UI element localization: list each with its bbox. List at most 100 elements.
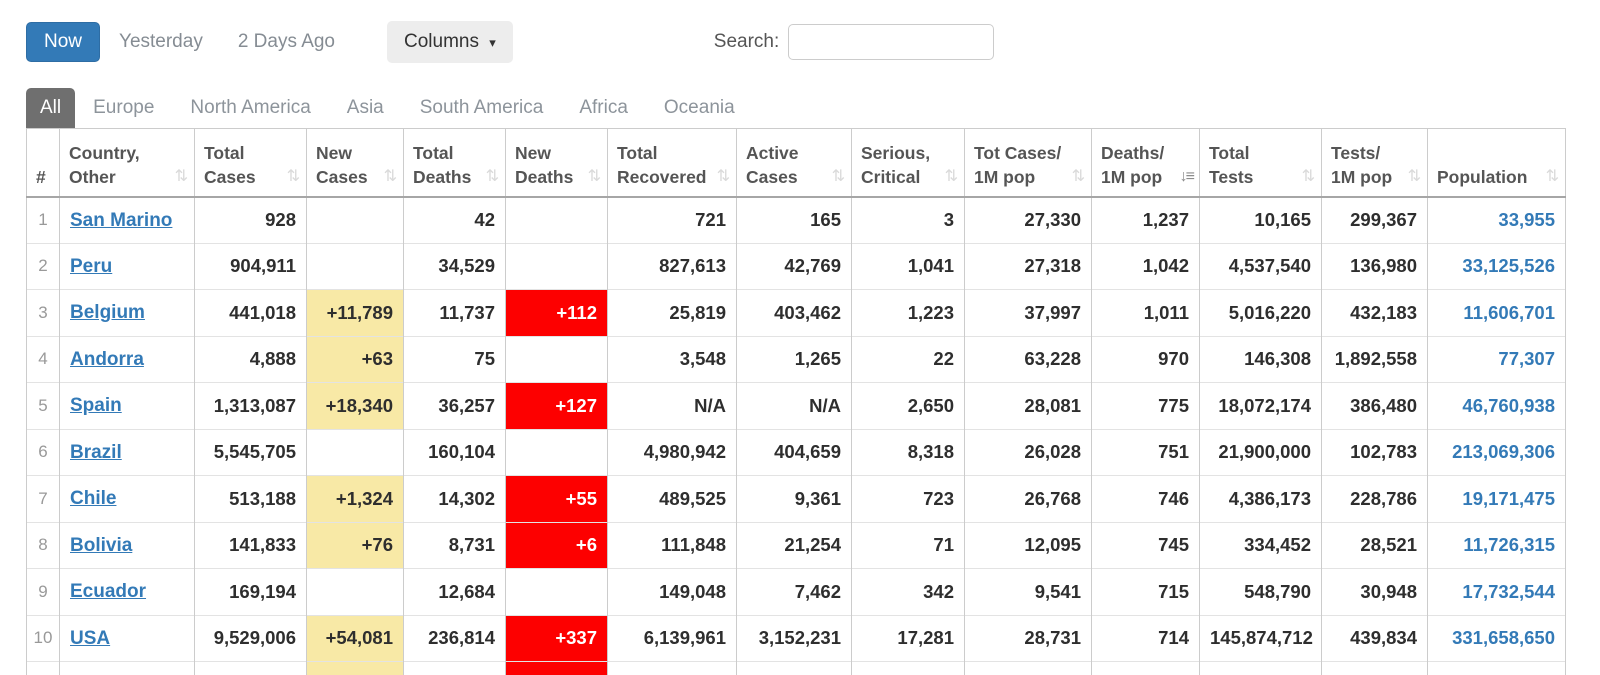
cell-tot-cases-1m: 26,768 <box>964 475 1092 522</box>
cell-total-cases: 5,545,705 <box>194 428 307 476</box>
column-header-tot-cases-1m[interactable]: Tot Cases/1M pop ⇅ <box>964 128 1092 198</box>
cell-population[interactable]: 33,125,526 <box>1427 242 1566 290</box>
search-group: Search: <box>713 24 995 60</box>
cell-total-cases <box>194 661 307 675</box>
tab-south-america[interactable]: South America <box>402 88 562 128</box>
tab-oceania[interactable]: Oceania <box>646 88 753 128</box>
cell-active-cases: 7,462 <box>736 568 852 615</box>
cell-new-cases <box>306 661 404 675</box>
column-label: Total <box>204 142 245 163</box>
country-link[interactable]: Chile <box>70 488 116 509</box>
cell-deaths-1m <box>1091 661 1200 675</box>
cell-population[interactable]: 11,726,315 <box>1427 521 1566 569</box>
sort-icon: ⇅ <box>1301 167 1315 185</box>
cell-population[interactable]: 17,732,544 <box>1427 568 1566 615</box>
cell-population[interactable]: 33,955 <box>1427 196 1566 243</box>
cell-active-cases: 42,769 <box>736 242 852 290</box>
cell-total-tests: 334,452 <box>1199 521 1322 569</box>
country-link[interactable]: Ecuador <box>70 581 146 602</box>
column-label: Critical <box>861 167 921 187</box>
column-header-tests-1m[interactable]: Tests/1M pop ⇅ <box>1321 128 1428 198</box>
tab-asia[interactable]: Asia <box>329 88 402 128</box>
column-header-deaths-1m[interactable]: Deaths/1M pop ↓≡ <box>1091 128 1200 198</box>
table-row: 10 USA 9,529,006 +54,081 236,814 +337 6,139,96… <box>26 614 1566 662</box>
two-days-ago-link[interactable]: 2 Days Ago <box>238 31 335 53</box>
country-link[interactable]: Peru <box>70 256 112 277</box>
cell-active-cases: 21,254 <box>736 521 852 569</box>
columns-dropdown-button[interactable]: Columns ▾ <box>387 21 513 63</box>
cell-serious-critical: 22 <box>851 335 965 383</box>
column-label: Cases <box>746 167 798 187</box>
cell-num: 5 <box>26 382 60 429</box>
country-link[interactable]: Brazil <box>70 442 122 463</box>
column-header-population[interactable]: Population ⇅ <box>1427 128 1566 198</box>
country-link[interactable]: USA <box>70 628 110 649</box>
country-link[interactable]: Spain <box>70 395 122 416</box>
cell-population[interactable]: 46,760,938 <box>1427 382 1566 429</box>
cell-active-cases: 9,361 <box>736 475 852 522</box>
cell-tests-1m: 386,480 <box>1321 382 1428 429</box>
column-label: New <box>515 142 551 163</box>
sort-icon: ⇅ <box>485 167 499 185</box>
yesterday-link[interactable]: Yesterday <box>119 31 203 53</box>
column-label: Deaths <box>515 167 574 187</box>
column-header-total-cases[interactable]: Total Cases ⇅ <box>194 128 307 198</box>
cell-population[interactable]: 11,606,701 <box>1427 289 1566 336</box>
cell-tot-cases-1m: 37,997 <box>964 289 1092 336</box>
cell-total-deaths: 42 <box>403 196 506 243</box>
cell-total-tests: 10,165 <box>1199 196 1322 243</box>
cell-tests-1m: 439,834 <box>1321 614 1428 662</box>
cell-tot-cases-1m: 27,318 <box>964 242 1092 290</box>
cell-new-deaths: +55 <box>505 475 608 522</box>
cell-tot-cases-1m: 28,731 <box>964 614 1092 662</box>
column-header-total-deaths[interactable]: Total Deaths ⇅ <box>403 128 506 198</box>
tab-all[interactable]: All <box>26 88 76 128</box>
cell-country: Bolivia <box>59 521 195 569</box>
table-row: 8 Bolivia 141,833 +76 8,731 +6 111,848 21,254 71… <box>26 521 1566 569</box>
search-input[interactable] <box>788 24 995 60</box>
cell-num: 7 <box>26 475 60 522</box>
cell-tests-1m <box>1321 661 1428 675</box>
column-header-total-tests[interactable]: Total Tests ⇅ <box>1199 128 1322 198</box>
cell-active-cases: 404,659 <box>736 428 852 476</box>
cell-total-deaths: 236,814 <box>403 614 506 662</box>
cell-country: Belgium <box>59 289 195 336</box>
column-header-country[interactable]: Country, Other ⇅ <box>59 128 195 198</box>
cell-num: 4 <box>26 335 60 383</box>
column-header-serious-critical[interactable]: Serious, Critical ⇅ <box>851 128 965 198</box>
cell-serious-critical: 1,041 <box>851 242 965 290</box>
tab-europe[interactable]: Europe <box>75 88 172 128</box>
now-button[interactable]: Now <box>26 22 101 62</box>
cell-tests-1m: 102,783 <box>1321 428 1428 476</box>
column-header-active-cases[interactable]: Active Cases ⇅ <box>736 128 852 198</box>
column-label: Population <box>1437 167 1528 187</box>
tab-africa[interactable]: Africa <box>561 88 646 128</box>
column-header-new-deaths[interactable]: New Deaths ⇅ <box>505 128 608 198</box>
cell-deaths-1m: 1,011 <box>1091 289 1200 336</box>
cell-new-deaths <box>505 242 608 290</box>
cell-population[interactable]: 19,171,475 <box>1427 475 1566 522</box>
cell-new-cases <box>306 242 404 290</box>
cell-population[interactable]: 213,069,306 <box>1427 428 1566 476</box>
cell-country: Chile <box>59 475 195 522</box>
column-header-total-recovered[interactable]: Total Recovered ⇅ <box>607 128 737 198</box>
country-link[interactable]: Bolivia <box>70 535 132 556</box>
table-row: 3 Belgium 441,018 +11,789 11,737 +112 25,819 40… <box>26 289 1566 336</box>
search-label: Search: <box>713 31 780 52</box>
cell-population[interactable]: 331,658,650 <box>1427 614 1566 662</box>
cell-total-tests: 4,537,540 <box>1199 242 1322 290</box>
country-link[interactable]: Belgium <box>70 302 145 323</box>
cell-serious-critical: 342 <box>851 568 965 615</box>
country-link[interactable]: Andorra <box>70 349 144 370</box>
tab-north-america[interactable]: North America <box>172 88 328 128</box>
cell-total-tests: 21,900,000 <box>1199 428 1322 476</box>
cell-new-deaths <box>505 661 608 675</box>
cell-num: 1 <box>26 196 60 243</box>
sort-desc-icon: ↓≡ <box>1179 167 1195 185</box>
cell-population[interactable]: 77,307 <box>1427 335 1566 383</box>
cell-new-deaths: +6 <box>505 521 608 569</box>
column-header-new-cases[interactable]: New Cases ⇅ <box>306 128 404 198</box>
cell-serious-critical: 723 <box>851 475 965 522</box>
cell-total-deaths <box>403 661 506 675</box>
country-link[interactable]: San Marino <box>70 210 172 231</box>
